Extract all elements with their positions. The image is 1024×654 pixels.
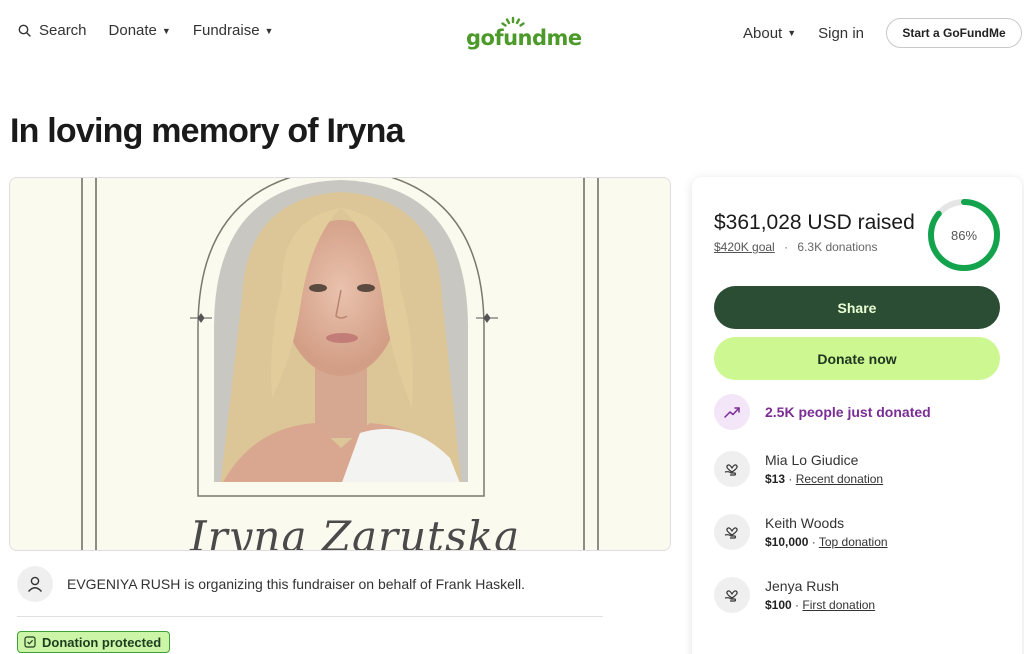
goal-link[interactable]: $420K goal (714, 240, 775, 254)
goal-separator: · (784, 240, 789, 254)
donor-meta: $13 · Recent donation (765, 472, 883, 486)
donor-info: Mia Lo Giudice $13 · Recent donation (765, 452, 883, 486)
logo-text: gofundme (466, 26, 582, 50)
donor-item: Keith Woods $10,000 · Top donation (714, 514, 888, 550)
organizer-row: EVGENIYA RUSH is organizing this fundrai… (17, 566, 525, 602)
donor-meta: $100 · First donation (765, 598, 875, 612)
donation-card: $361,028 USD raised $420K goal · 6.3K do… (692, 177, 1022, 654)
organizer-text: EVGENIYA RUSH is organizing this fundrai… (67, 576, 526, 592)
donor-separator: · (791, 598, 803, 612)
amount-raised: $361,028 USD raised (714, 211, 915, 234)
about-menu[interactable]: About ▼ (743, 25, 796, 42)
donate-now-button[interactable]: Donate now (714, 337, 1000, 380)
donor-amount: $100 (765, 598, 792, 612)
donor-item: Mia Lo Giudice $13 · Recent donation (714, 451, 883, 487)
donor-separator: · (785, 472, 796, 486)
recent-activity-row[interactable]: 2.5K people just donated (714, 394, 931, 430)
donation-type-link[interactable]: Top donation (819, 535, 888, 549)
donor-name: Mia Lo Giudice (765, 452, 859, 468)
goal-line: $420K goal · 6.3K donations (714, 240, 877, 254)
search-label: Search (39, 22, 87, 39)
donation-count: 6.3K donations (797, 240, 878, 254)
search-icon (18, 24, 31, 37)
heart-hand-icon (714, 577, 750, 613)
donor-name: Jenya Rush (765, 578, 839, 594)
nav-right: About ▼ Sign in Start a GoFundMe (743, 18, 1024, 48)
trending-up-icon (714, 394, 750, 430)
campaign-hero-image[interactable]: Iryna Zarutska (9, 177, 671, 551)
donor-meta: $10,000 · Top donation (765, 535, 888, 549)
start-gofundme-button[interactable]: Start a GoFundMe (886, 18, 1022, 48)
top-nav: Search Donate ▼ Fundraise ▼ gofundme Abo… (0, 0, 1024, 64)
progress-percent-label: 86% (950, 227, 978, 243)
shield-icon (24, 636, 36, 648)
divider (17, 616, 603, 617)
fundraise-menu[interactable]: Fundraise ▼ (193, 22, 274, 39)
sign-in-link[interactable]: Sign in (818, 25, 864, 42)
heart-hand-icon (714, 451, 750, 487)
hero-name-text: Iryna Zarutska (190, 512, 521, 551)
donate-menu-label: Donate (108, 22, 157, 39)
donation-type-link[interactable]: First donation (802, 598, 875, 612)
nav-left: Search Donate ▼ Fundraise ▼ (18, 22, 295, 39)
user-icon (27, 576, 43, 592)
donation-protected-badge[interactable]: Donation protected (17, 631, 171, 653)
gofundme-logo[interactable]: gofundme (466, 16, 582, 50)
donor-info: Jenya Rush $100 · First donation (765, 578, 875, 612)
donor-separator: · (808, 535, 819, 549)
donor-info: Keith Woods $10,000 · Top donation (765, 515, 888, 549)
donor-amount: $10,000 (765, 535, 809, 549)
donor-amount: $13 (765, 472, 786, 486)
page-title: In loving memory of Iryna (10, 112, 405, 150)
memorial-photo-frame (10, 178, 670, 550)
donor-item: Jenya Rush $100 · First donation (714, 577, 875, 613)
heart-hand-icon (714, 514, 750, 550)
donate-menu[interactable]: Donate ▼ (109, 22, 171, 39)
donation-protected-label: Donation protected (42, 634, 162, 650)
chevron-down-icon: ▼ (161, 25, 171, 36)
chevron-down-icon: ▼ (787, 28, 797, 38)
about-menu-label: About (743, 24, 783, 42)
chevron-down-icon: ▼ (264, 25, 274, 36)
fundraise-menu-label: Fundraise (192, 22, 260, 39)
share-button[interactable]: Share (714, 286, 1000, 329)
sign-in-label: Sign in (818, 24, 864, 42)
donor-name: Keith Woods (765, 515, 845, 531)
recent-activity-text: 2.5K people just donated (765, 404, 931, 420)
search-link[interactable]: Search (18, 22, 87, 39)
donation-type-link[interactable]: Recent donation (796, 472, 883, 486)
avatar (17, 566, 53, 602)
